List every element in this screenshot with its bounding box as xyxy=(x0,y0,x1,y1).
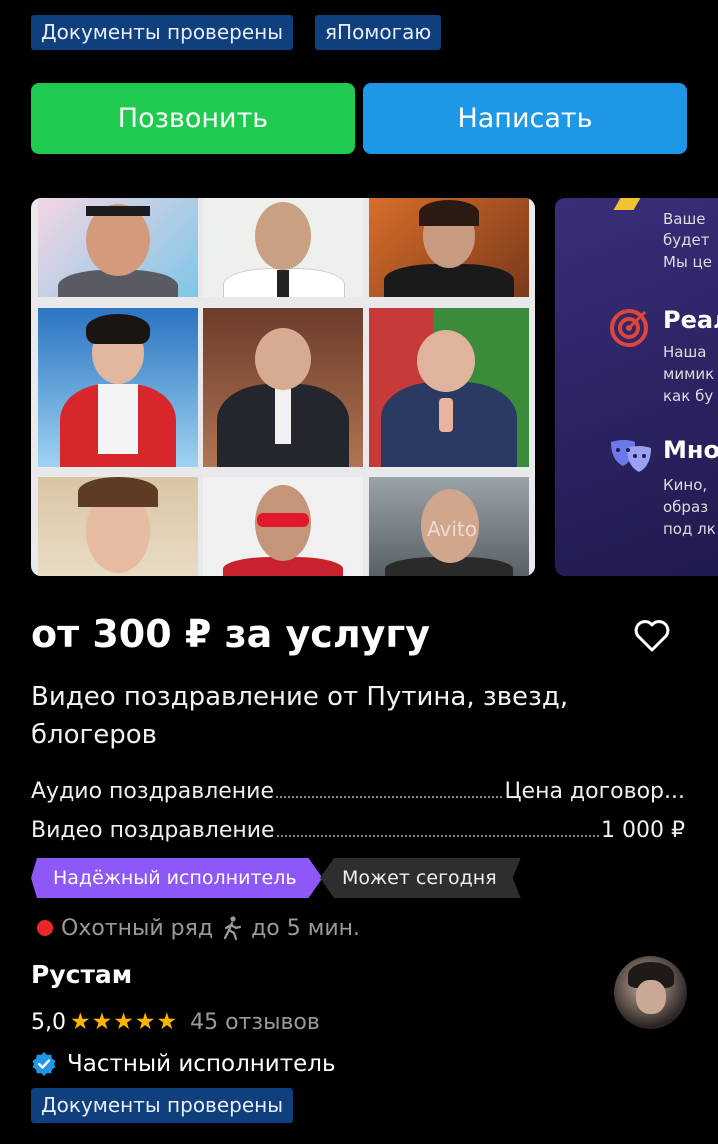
card-heading: Мно xyxy=(663,436,718,464)
gallery-photo xyxy=(203,308,363,467)
available-today-tag[interactable]: Может сегодня xyxy=(320,858,521,898)
avatar[interactable] xyxy=(614,956,687,1029)
gallery-photo xyxy=(38,308,198,467)
reliable-performer-tag[interactable]: Надёжный исполнитель xyxy=(31,858,323,898)
walk-time: до 5 мин. xyxy=(251,915,361,941)
call-button[interactable]: Позвонить xyxy=(31,83,355,154)
seller-rating[interactable]: 5,0 ★★★★★ 45 отзывов xyxy=(31,1006,320,1038)
card-text-line: образ xyxy=(663,498,709,516)
seller-type: Частный исполнитель xyxy=(31,1048,336,1080)
service-price: 1 000 ₽ xyxy=(601,818,685,843)
dotted-leader xyxy=(276,835,600,837)
rating-value: 5,0 xyxy=(31,1009,66,1035)
price-row-video: Видео поздравление 1 000 ₽ xyxy=(31,813,685,843)
photo-gallery[interactable]: Avito xyxy=(31,198,535,576)
next-gallery-card[interactable]: Ваше будет Мы це Реал Наша мимик как бу … xyxy=(555,198,718,576)
seller-name[interactable]: Рустам xyxy=(31,960,132,989)
gallery-photo xyxy=(203,477,363,576)
gallery-photo xyxy=(369,198,529,297)
documents-verified-badge: Документы проверены xyxy=(31,15,294,50)
target-icon xyxy=(610,309,648,347)
service-name: Аудио поздравление xyxy=(31,779,275,804)
service-name: Видео поздравление xyxy=(31,818,275,843)
card-text-line: как бу xyxy=(663,387,714,405)
card-text-line: под лк xyxy=(663,520,716,538)
seller-type-label: Частный исполнитель xyxy=(67,1051,336,1077)
gallery-photo xyxy=(203,198,363,297)
reviews-count: 45 отзывов xyxy=(190,1009,320,1035)
dotted-leader xyxy=(276,796,503,798)
card-heading: Реал xyxy=(663,306,718,334)
walking-person-icon xyxy=(223,916,242,941)
card-text-line: будет xyxy=(663,231,710,249)
card-text-line: мимик xyxy=(663,365,715,383)
write-button[interactable]: Написать xyxy=(363,83,687,154)
avito-watermark: Avito xyxy=(427,517,477,541)
ya-pomogayu-badge: яПомогаю xyxy=(315,15,442,50)
verified-check-icon xyxy=(32,1052,56,1076)
gallery-photo: Avito xyxy=(369,477,529,576)
location: Охотный ряд до 5 мин. xyxy=(37,912,360,944)
card-text-line: Кино, xyxy=(663,476,708,494)
heart-icon[interactable] xyxy=(632,616,672,656)
gallery-photo xyxy=(38,198,198,297)
listing-price: от 300 ₽ за услугу xyxy=(31,612,431,656)
metro-line-dot xyxy=(37,920,53,936)
metro-station: Охотный ряд xyxy=(61,915,214,941)
theater-masks-icon xyxy=(611,440,651,472)
service-price: Цена договор... xyxy=(504,779,685,804)
price-row-audio: Аудио поздравление Цена договор... xyxy=(31,774,685,804)
card-text-line: Ваше xyxy=(663,210,706,228)
seller-documents-verified-badge: Документы проверены xyxy=(31,1088,294,1123)
gallery-photo xyxy=(38,477,198,576)
card-text-line: Наша xyxy=(663,343,707,361)
listing-title: Видео поздравление от Путина, звезд, бло… xyxy=(31,682,569,750)
rating-stars: ★★★★★ xyxy=(70,1009,179,1035)
gallery-photo xyxy=(369,308,529,467)
card-text-line: Мы це xyxy=(663,253,712,271)
